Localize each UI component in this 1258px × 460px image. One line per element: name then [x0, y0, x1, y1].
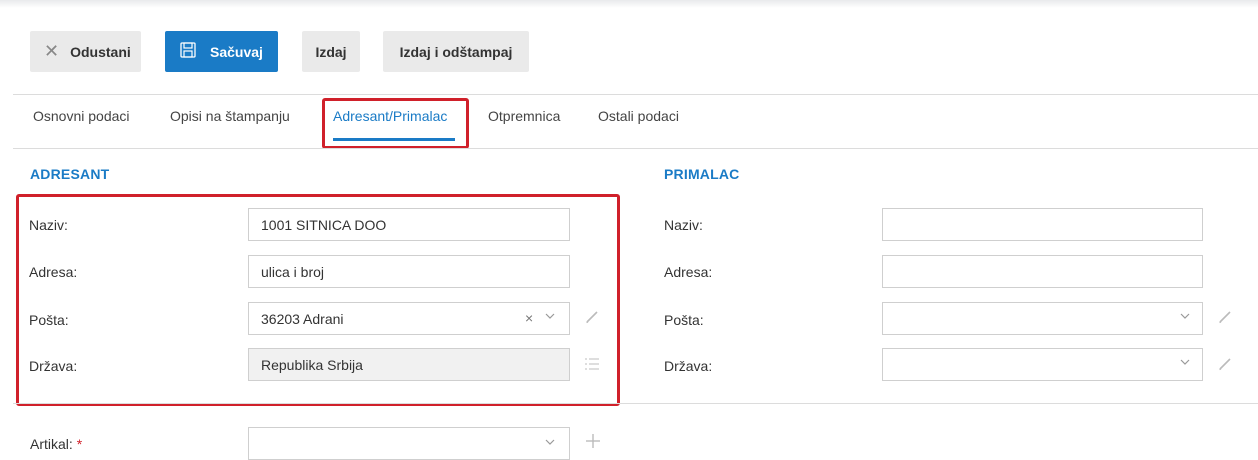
tab-otpremnica[interactable]: Otpremnica	[488, 108, 560, 124]
cancel-button-label: Odustani	[70, 43, 131, 60]
add-icon[interactable]	[585, 433, 601, 452]
artikal-select[interactable]	[248, 427, 570, 460]
primalac-drzava-label: Država:	[664, 358, 713, 374]
primalac-adresa-input[interactable]	[882, 255, 1203, 288]
edit-pencil-icon[interactable]	[1217, 356, 1233, 375]
tab-osnovni-podaci[interactable]: Osnovni podaci	[33, 108, 130, 124]
primalac-posta-select[interactable]	[882, 302, 1203, 335]
tab-opisi-na-stampanju[interactable]: Opisi na štampanju	[170, 108, 290, 124]
issue-button-label: Izdaj	[315, 43, 347, 60]
primalac-drzava-select[interactable]	[882, 348, 1203, 381]
primalac-posta-label: Pošta:	[664, 312, 704, 328]
adresant-section-title: ADRESANT	[30, 166, 110, 182]
section-divider	[13, 403, 1258, 404]
tabs-divider	[13, 148, 1258, 149]
save-button-label: Sačuvaj	[210, 43, 263, 60]
required-mark: *	[76, 436, 83, 452]
edit-pencil-icon[interactable]	[1217, 309, 1233, 328]
issue-and-print-button-label: Izdaj i odštampaj	[399, 43, 513, 60]
top-shadow	[0, 0, 1258, 8]
primalac-adresa-label: Adresa:	[664, 264, 713, 280]
chevron-down-icon[interactable]	[544, 436, 556, 451]
tab-ostali-podaci[interactable]: Ostali podaci	[598, 108, 679, 124]
chevron-down-icon[interactable]	[1179, 310, 1191, 325]
cancel-button[interactable]: ✕ Odustani	[30, 31, 141, 72]
adresant-highlight-box	[16, 194, 620, 406]
save-icon	[180, 42, 196, 61]
close-icon: ✕	[44, 41, 60, 61]
toolbar-divider	[13, 94, 1258, 95]
primalac-naziv-label: Naziv:	[664, 217, 703, 233]
issue-and-print-button[interactable]: Izdaj i odštampaj	[383, 31, 529, 72]
tab-highlight-box	[322, 98, 469, 149]
save-button[interactable]: Sačuvaj	[165, 31, 278, 72]
primalac-naziv-input[interactable]	[882, 208, 1203, 241]
artikal-label: Artikal: *	[30, 436, 82, 452]
artikal-label-text: Artikal:	[30, 436, 73, 452]
issue-button[interactable]: Izdaj	[302, 31, 360, 72]
chevron-down-icon[interactable]	[1179, 356, 1191, 371]
primalac-section-title: PRIMALAC	[664, 166, 740, 182]
